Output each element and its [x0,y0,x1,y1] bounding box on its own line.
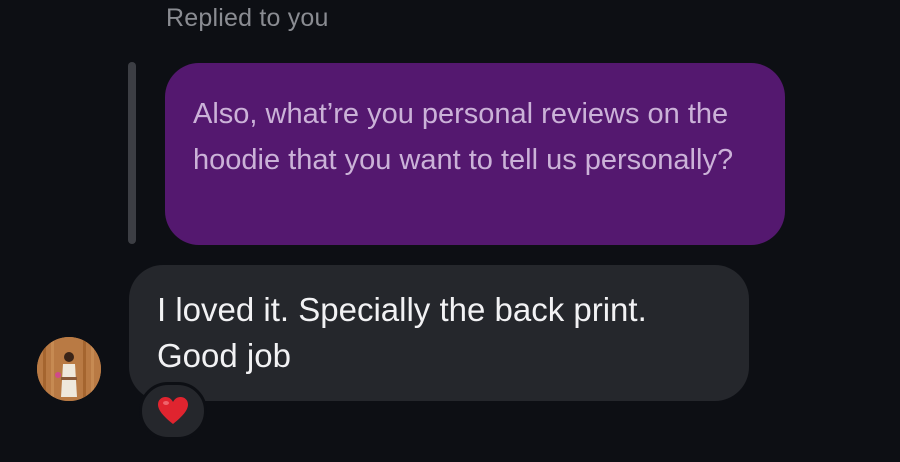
avatar-photo [37,337,101,401]
incoming-message-bubble[interactable]: I loved it. Specially the back print. Go… [129,265,749,401]
message-reaction[interactable] [139,382,207,440]
quoted-message-bubble[interactable]: Also, what’re you personal reviews on th… [165,63,785,245]
incoming-message-text: I loved it. Specially the back print. Go… [157,291,647,374]
quoted-message-text: Also, what’re you personal reviews on th… [193,98,734,176]
heart-icon [158,397,188,424]
chat-thread: Replied to you Also, what’re you persona… [0,0,900,462]
replied-to-label: Replied to you [166,4,329,32]
reply-indicator-bar [128,62,136,244]
sender-avatar[interactable] [37,337,101,401]
